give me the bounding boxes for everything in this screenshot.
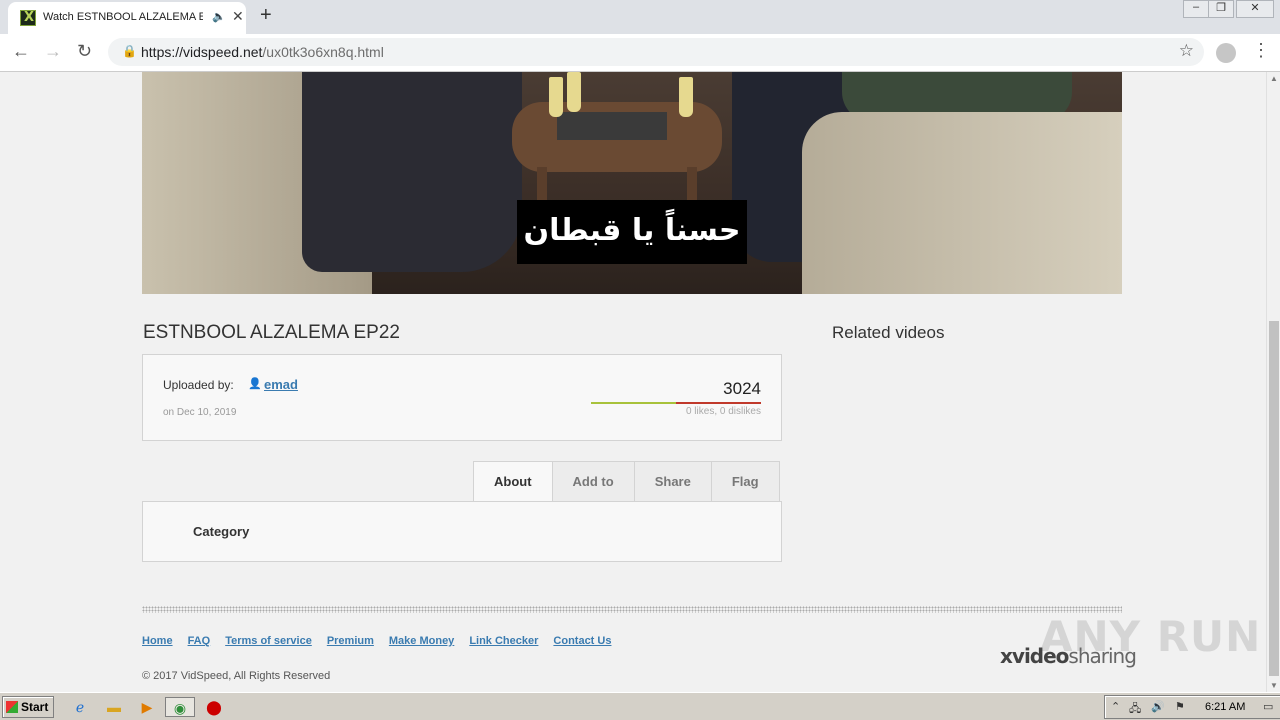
video-frame-chair-right [802,112,1122,294]
video-frame-person-left [302,72,522,272]
upload-date: on Dec 10, 2019 [163,407,237,418]
scroll-down-arrow-icon[interactable]: ▼ [1270,681,1278,690]
start-button[interactable]: Start [2,696,54,718]
tab-share[interactable]: Share [635,462,712,502]
media-player-icon[interactable]: ▶ [137,697,157,717]
rating-bar [591,402,761,404]
footer-link-home[interactable]: Home [142,635,173,647]
brand-rest: sharing [1068,644,1137,668]
view-count: 3024 [723,379,761,398]
copyright-text: © 2017 VidSpeed, All Rights Reserved [142,670,331,682]
volume-icon[interactable]: 🔊 [1151,700,1165,713]
browser-menu-icon[interactable]: ⋮ [1252,40,1270,61]
footer-link-link-checker[interactable]: Link Checker [469,635,538,647]
footer-divider [142,606,1122,613]
windows-taskbar: Start ℯ ▬ ▶ ◉ ⬤ ⌃ 🖧 🔊 ⚑ 6:21 AM ▭ [0,692,1280,720]
audio-playing-icon[interactable]: 🔈 [212,10,226,23]
video-frame-glass [567,72,581,112]
scroll-up-arrow-icon[interactable]: ▲ [1270,74,1278,83]
xvideosharing-logo: xvideosharing [1000,644,1137,668]
uploader-link[interactable]: emad [264,377,298,392]
video-title: ESTNBOOL ALZALEMA EP22 [143,322,400,343]
tab-flag[interactable]: Flag [712,462,779,502]
browser-tab[interactable]: Watch ESTNBOOL ALZALEMA EP22 🔈 ✕ [8,2,246,34]
network-icon[interactable]: 🖧 [1129,700,1141,719]
windows-logo-icon [6,701,18,713]
about-panel: Category [142,501,782,562]
page-scrollbar[interactable]: ▲ ▼ [1266,72,1280,692]
video-frame-glass [549,77,563,117]
site-favicon-icon [20,10,36,26]
reload-icon[interactable]: ↻ [77,41,92,62]
back-icon[interactable]: ← [12,41,30,62]
footer-link-premium[interactable]: Premium [327,635,374,647]
forward-icon[interactable]: → [44,41,62,62]
video-frame-glass [679,77,693,117]
url-host: https://vidspeed.net [141,44,263,60]
video-info-box: Uploaded by: 👤 emad on Dec 10, 2019 3024… [142,354,782,441]
show-desktop-icon[interactable]: ▭ [1263,700,1273,713]
url-path: /ux0tk3o6xn8q.html [262,44,384,60]
address-bar[interactable]: 🔒 https://vidspeed.net/ux0tk3o6xn8q.html… [108,38,1204,66]
bookmark-star-icon[interactable]: ☆ [1179,41,1194,61]
lock-icon[interactable]: 🔒 [122,44,137,58]
close-tab-icon[interactable]: ✕ [232,8,244,25]
tab-about[interactable]: About [474,462,553,503]
footer-link-make-money[interactable]: Make Money [389,635,454,647]
restore-window-button[interactable]: ❐ [1208,0,1234,18]
start-label: Start [21,700,49,714]
internet-explorer-icon[interactable]: ℯ [70,697,90,717]
show-hidden-icons-icon[interactable]: ⌃ [1111,700,1120,713]
category-label: Category [193,524,250,539]
tab-title: Watch ESTNBOOL ALZALEMA EP22 [43,11,203,23]
likes-dislikes-text: 0 likes, 0 dislikes [685,406,761,417]
new-tab-button[interactable]: + [260,4,272,27]
footer-links: Home FAQ Terms of service Premium Make M… [142,635,611,647]
uploaded-by-label: Uploaded by: [163,378,234,392]
brand-bold: xvideo [1000,644,1069,668]
footer-link-contact[interactable]: Contact Us [553,635,611,647]
video-tabs: About Add to Share Flag [473,461,780,503]
profile-avatar-icon[interactable] [1216,43,1236,63]
system-tray: ⌃ 🖧 🔊 ⚑ 6:21 AM ▭ [1104,695,1280,719]
rating-bar-likes [591,402,676,404]
page-content: حسناً يا قبطان ESTNBOOL ALZALEMA EP22 Re… [0,72,1266,692]
tab-add-to[interactable]: Add to [553,462,635,502]
file-explorer-icon[interactable]: ▬ [104,697,124,717]
clock[interactable]: 6:21 AM [1205,701,1245,713]
action-center-flag-icon[interactable]: ⚑ [1175,700,1185,713]
browser-tab-strip: Watch ESTNBOOL ALZALEMA EP22 🔈 ✕ + ‒ ❐ ✕ [0,0,1280,34]
footer-link-faq[interactable]: FAQ [188,635,211,647]
footer-link-terms[interactable]: Terms of service [225,635,312,647]
video-frame-tray [557,112,667,140]
url-text[interactable]: https://vidspeed.net/ux0tk3o6xn8q.html [141,44,384,60]
chrome-icon[interactable]: ◉ [165,697,195,717]
related-videos-heading: Related videos [832,323,945,342]
user-icon: 👤 [248,378,262,390]
stop-icon[interactable]: ⬤ [204,697,224,717]
minimize-window-button[interactable]: ‒ [1183,0,1209,18]
scrollbar-thumb[interactable] [1269,321,1279,676]
close-window-button[interactable]: ✕ [1236,0,1274,18]
video-subtitle: حسناً يا قبطان [517,200,747,264]
browser-toolbar: ← → ↻ 🔒 https://vidspeed.net/ux0tk3o6xn8… [0,34,1280,72]
video-player[interactable]: حسناً يا قبطان [142,72,1122,294]
